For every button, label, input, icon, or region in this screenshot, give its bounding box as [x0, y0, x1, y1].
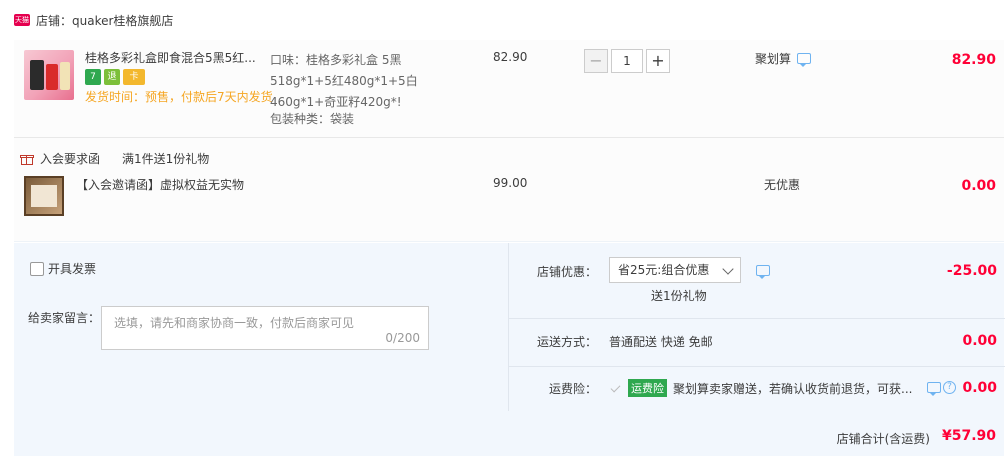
invoice-checkbox[interactable]: [30, 261, 44, 276]
seven-day-return-icon: 7: [85, 69, 101, 85]
item-total: 82.90: [951, 52, 996, 68]
shipping-method: 普通配送 快递 免邮: [609, 335, 713, 349]
shop-discount-row: 店铺优惠： 省25元:组合优惠 送1份礼物 -25.00: [509, 243, 1005, 319]
chat-icon[interactable]: [756, 265, 770, 279]
shop-discount-select[interactable]: 省25元:组合优惠: [609, 257, 741, 283]
shipping-row: 运送方式： 普通配送 快递 免邮 0.00: [509, 319, 1005, 367]
gift-promo: 无优惠: [764, 178, 801, 192]
insurance-value: 0.00: [962, 380, 997, 396]
help-icon[interactable]: ?: [943, 381, 956, 394]
shop-total-label: 店铺合计(含运费): [836, 432, 930, 446]
insurance-label: 运费险：: [548, 382, 597, 396]
service-icons: 7 退 卡: [85, 69, 145, 85]
qty-plus-button[interactable]: +: [646, 49, 670, 73]
unit-price: 82.90: [493, 50, 528, 64]
shop-name[interactable]: 店铺：quaker桂格旗舰店: [36, 12, 173, 29]
gift-row: 入会要求函 满1件送1份礼物 【入会邀请函】虚拟权益无实物 99.00 无优惠 …: [14, 138, 1004, 242]
quantity-stepper: − 1 +: [584, 49, 670, 73]
gift-rule: 满1件送1份礼物: [122, 152, 210, 166]
ship-time: 发货时间：预售，付款后7天内发货: [85, 90, 273, 104]
product-title[interactable]: 桂格多彩礼盒即食混合5黑5红...: [85, 49, 275, 66]
shop-discount-value: -25.00: [946, 263, 997, 279]
insurance-row: 运费险： 运费险 聚划算卖家赠送，若确认收货前退货，可获... ? 0.00: [509, 367, 1005, 411]
gift-requirement: 入会要求函: [40, 152, 101, 166]
shop-discount-selected: 省25元:组合优惠: [618, 263, 710, 277]
gift-icon: [20, 152, 34, 165]
check-icon: [609, 382, 622, 395]
insurance-option: 运费险 聚划算卖家赠送，若确认收货前退货，可获...: [609, 379, 913, 397]
shipping-value: 0.00: [962, 333, 997, 349]
gift-title[interactable]: 【入会邀请函】虚拟权益无实物: [76, 176, 244, 193]
gift-header: 入会要求函 满1件送1份礼物: [20, 150, 209, 167]
promo-label: 聚划算: [755, 52, 792, 66]
gift-total: 0.00: [961, 178, 996, 194]
memo-char-count: 0/200: [385, 331, 420, 345]
shop-header: 天猫 店铺：quaker桂格旗舰店: [14, 10, 173, 30]
qty-minus-button[interactable]: −: [584, 49, 608, 73]
shop-discount-gift: 送1份礼物: [651, 289, 707, 303]
sku-pack: 包装种类：袋装: [270, 112, 355, 126]
item-row: 桂格多彩礼盒即食混合5黑5红... 7 退 卡 发货时间：预售，付款后7天内发货…: [14, 40, 1004, 138]
invoice-option[interactable]: 开具发票: [30, 260, 96, 277]
product-thumbnail[interactable]: [24, 50, 74, 100]
item-promo: 聚划算: [755, 50, 812, 67]
shop-total-bar: 店铺合计(含运费) ¥57.90: [14, 411, 1004, 456]
insurance-text: 聚划算卖家赠送，若确认收货前退货，可获...: [673, 381, 913, 396]
qty-input[interactable]: 1: [611, 49, 643, 73]
shipping-label: 运送方式：: [536, 335, 597, 349]
chevron-down-icon: [722, 263, 734, 275]
shop-total-value: ¥57.90: [941, 428, 996, 444]
tmall-badge-icon: 天猫: [14, 14, 30, 26]
insurance-badge: 运费险: [628, 379, 667, 397]
gift-price: 99.00: [493, 176, 528, 190]
right-options: 店铺优惠： 省25元:组合优惠 送1份礼物 -25.00 运送方式： 普通配送 …: [508, 243, 1005, 411]
sku-flavor: 口味：桂格多彩礼盒 5黑518g*1+5红480g*1+5白460g*1+奇亚籽…: [270, 53, 418, 109]
gift-thumbnail[interactable]: [24, 176, 64, 216]
memo-label: 给卖家留言：: [28, 311, 101, 325]
return-shipping-icon: 退: [104, 69, 120, 85]
insurance-icons: ?: [927, 381, 956, 396]
chat-icon[interactable]: [797, 53, 812, 67]
chat-icon[interactable]: [927, 382, 941, 396]
memo-placeholder: 选填，请先和商家协商一致，付款后商家可见: [114, 316, 355, 330]
card-payment-icon: 卡: [123, 69, 145, 85]
memo-textarea[interactable]: 选填，请先和商家协商一致，付款后商家可见 0/200: [101, 306, 429, 350]
shop-discount-label: 店铺优惠：: [536, 265, 597, 279]
left-options: 开具发票 给卖家留言： 选填，请先和商家协商一致，付款后商家可见 0/200: [14, 243, 508, 411]
invoice-label: 开具发票: [48, 262, 97, 276]
order-options: 开具发票 给卖家留言： 选填，请先和商家协商一致，付款后商家可见 0/200 店…: [14, 243, 1005, 456]
order-items: 桂格多彩礼盒即食混合5黑5红... 7 退 卡 发货时间：预售，付款后7天内发货…: [14, 40, 1004, 242]
